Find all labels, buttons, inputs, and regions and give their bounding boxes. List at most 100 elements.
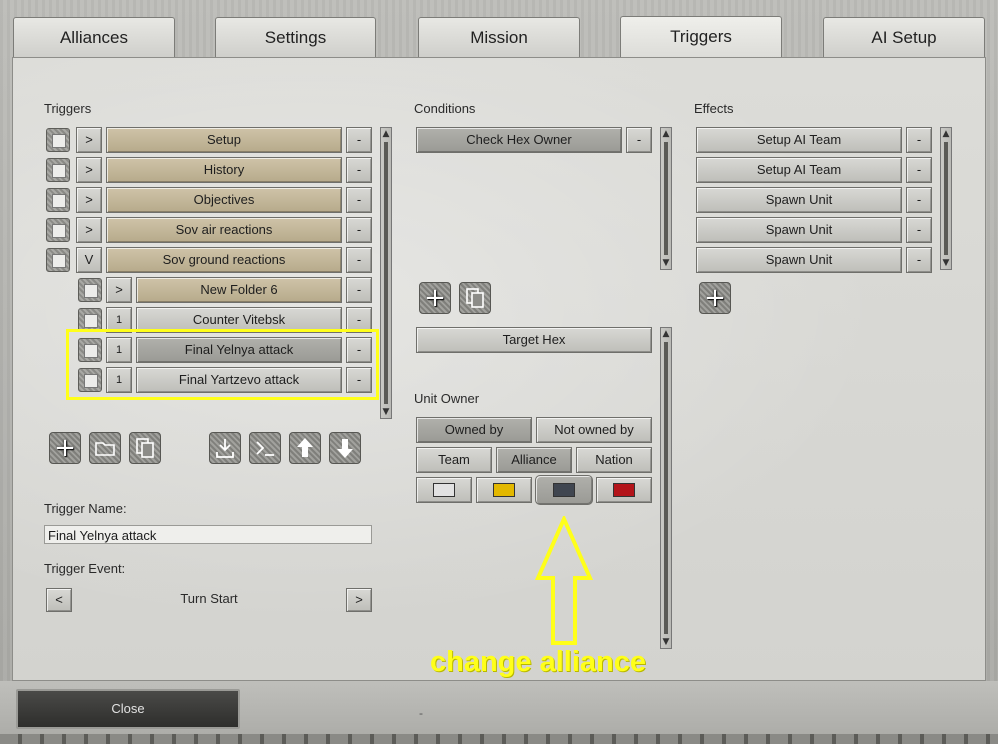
trigger-item-objectives[interactable]: Objectives	[106, 187, 342, 213]
alliance-color-swatch	[433, 483, 455, 497]
scroll-down-icon[interactable]: ▼	[941, 257, 951, 269]
effect-remove-button[interactable]: -	[906, 217, 932, 243]
scroll-up-icon[interactable]: ▲	[661, 328, 671, 340]
event-prev-button[interactable]: <	[46, 588, 72, 612]
plus-icon: +	[704, 283, 726, 313]
annotation-arrow-icon	[534, 516, 594, 645]
move-down-button[interactable]	[329, 432, 361, 464]
effect-setup-ai-team[interactable]: Setup AI Team	[696, 127, 902, 153]
scroll-track[interactable]	[664, 342, 668, 634]
move-up-button[interactable]	[289, 432, 321, 464]
target-hex-button[interactable]: Target Hex	[416, 327, 652, 353]
scroll-up-icon[interactable]: ▲	[381, 128, 391, 140]
effect-remove-button[interactable]: -	[906, 187, 932, 213]
trigger-name-label: Trigger Name:	[44, 501, 127, 516]
alliance-color-swatch	[493, 483, 515, 497]
tab-alliances[interactable]: Alliances	[13, 17, 175, 57]
trigger-remove-button[interactable]: -	[346, 187, 372, 213]
rename-button[interactable]	[249, 432, 281, 464]
plus-icon: +	[54, 433, 76, 463]
copy-trigger-button[interactable]	[129, 432, 161, 464]
trigger-checkbox[interactable]	[46, 158, 70, 182]
trigger-remove-button[interactable]: -	[346, 127, 372, 153]
trigger-remove-button[interactable]: -	[346, 157, 372, 183]
effect-spawn-unit[interactable]: Spawn Unit	[696, 187, 902, 213]
alliance-tab[interactable]: Alliance	[496, 447, 572, 473]
alliance-swatch-button[interactable]	[476, 477, 532, 503]
frame-bottom-edge	[0, 734, 998, 744]
trigger-expand-button[interactable]: >	[76, 217, 102, 243]
effect-remove-button[interactable]: -	[906, 127, 932, 153]
add-effect-button[interactable]: +	[699, 282, 731, 314]
trigger-expand-button[interactable]: >	[76, 127, 102, 153]
trigger-item-history[interactable]: History	[106, 157, 342, 183]
trigger-remove-button[interactable]: -	[346, 277, 372, 303]
trigger-collapse-button[interactable]: V	[76, 247, 102, 273]
event-next-button[interactable]: >	[346, 588, 372, 612]
effects-scrollbar[interactable]: ▲ ▼	[940, 127, 952, 270]
terminal-icon	[256, 441, 274, 456]
alliance-swatch-button[interactable]	[416, 477, 472, 503]
effects-heading: Effects	[694, 101, 734, 116]
close-button[interactable]: Close	[16, 689, 240, 729]
add-trigger-button[interactable]: +	[49, 432, 81, 464]
alliance-swatch-button[interactable]	[596, 477, 652, 503]
trigger-expand-button[interactable]: >	[76, 187, 102, 213]
trigger-item-setup[interactable]: Setup	[106, 127, 342, 153]
not-owned-by-toggle[interactable]: Not owned by	[536, 417, 652, 443]
tab-mission[interactable]: Mission	[418, 17, 580, 57]
alliance-color-swatch	[553, 483, 575, 497]
trigger-name-input[interactable]: Final Yelnya attack	[44, 525, 372, 544]
add-folder-button[interactable]	[89, 432, 121, 464]
tab-settings[interactable]: Settings	[215, 17, 376, 57]
copy-condition-button[interactable]	[459, 282, 491, 314]
import-button[interactable]	[209, 432, 241, 464]
effect-spawn-unit[interactable]: Spawn Unit	[696, 217, 902, 243]
trigger-checkbox[interactable]	[46, 248, 70, 272]
conditions-scrollbar[interactable]: ▲ ▼	[660, 127, 672, 270]
trigger-checkbox[interactable]	[46, 218, 70, 242]
effect-spawn-unit[interactable]: Spawn Unit	[696, 247, 902, 273]
arrow-down-icon	[337, 439, 353, 458]
trigger-checkbox[interactable]	[46, 188, 70, 212]
scroll-track[interactable]	[384, 142, 388, 404]
tab-ai-setup[interactable]: AI Setup	[823, 17, 985, 57]
plus-icon: +	[424, 283, 446, 313]
trigger-event-label: Trigger Event:	[44, 561, 126, 576]
condition-check-hex-owner[interactable]: Check Hex Owner	[416, 127, 622, 153]
scroll-up-icon[interactable]: ▲	[661, 128, 671, 140]
trigger-remove-button[interactable]: -	[346, 247, 372, 273]
arrow-up-icon	[297, 438, 313, 457]
trigger-item-sov-air-reactions[interactable]: Sov air reactions	[106, 217, 342, 243]
nation-tab[interactable]: Nation	[576, 447, 652, 473]
trigger-expand-button[interactable]: >	[76, 157, 102, 183]
annotation-text: change alliance	[430, 646, 646, 678]
tab-triggers[interactable]: Triggers	[620, 16, 782, 58]
condition-details-scrollbar[interactable]: ▲ ▼	[660, 327, 672, 649]
triggers-scrollbar[interactable]: ▲ ▼	[380, 127, 392, 419]
effect-remove-button[interactable]: -	[906, 247, 932, 273]
scroll-up-icon[interactable]: ▲	[941, 128, 951, 140]
trigger-checkbox[interactable]	[78, 278, 102, 302]
triggers-heading: Triggers	[44, 101, 92, 116]
trigger-item-sov-ground-reactions[interactable]: Sov ground reactions	[106, 247, 342, 273]
scroll-down-icon[interactable]: ▼	[661, 257, 671, 269]
effect-remove-button[interactable]: -	[906, 157, 932, 183]
trigger-checkbox[interactable]	[46, 128, 70, 152]
add-condition-button[interactable]: +	[419, 282, 451, 314]
scroll-down-icon[interactable]: ▼	[661, 636, 671, 648]
trigger-remove-button[interactable]: -	[346, 217, 372, 243]
effect-setup-ai-team[interactable]: Setup AI Team	[696, 157, 902, 183]
team-tab[interactable]: Team	[416, 447, 492, 473]
trigger-item-new-folder-6[interactable]: New Folder 6	[136, 277, 342, 303]
trigger-expand-button[interactable]: >	[106, 277, 132, 303]
scroll-down-icon[interactable]: ▼	[381, 406, 391, 418]
unit-owner-label: Unit Owner	[414, 391, 480, 406]
copy-icon	[466, 288, 484, 308]
owned-by-toggle[interactable]: Owned by	[416, 417, 532, 443]
trigger-event-value: Turn Start	[180, 591, 238, 606]
scroll-track[interactable]	[944, 142, 948, 255]
alliance-swatch-button-selected[interactable]	[535, 475, 593, 505]
scroll-track[interactable]	[664, 142, 668, 255]
condition-remove-button[interactable]: -	[626, 127, 652, 153]
